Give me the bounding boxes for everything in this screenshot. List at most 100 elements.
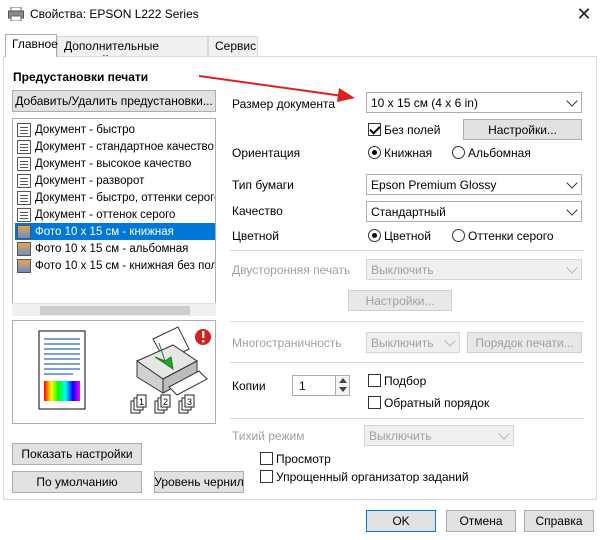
quality-value: Стандартный [371,204,446,219]
document-size-label: Размер документа [232,97,336,111]
document-icon [17,156,31,171]
orientation-landscape-label: Альбомная [468,146,531,160]
window-title: Свойства: EPSON L222 Series [30,7,199,21]
photo-icon [17,241,31,256]
presets-horizontal-scrollbar[interactable] [12,303,216,316]
divider [230,418,584,419]
help-button[interactable]: Справка [524,510,594,532]
orientation-landscape-radio[interactable] [452,146,465,159]
multipage-label: Многостраничность [232,336,342,350]
borderless-label: Без полей [384,123,441,137]
paper-type-select[interactable]: Epson Premium Glossy [366,174,582,195]
color-radio[interactable] [368,229,381,242]
preset-label: Документ - быстро [35,123,135,136]
preview-illustration [38,326,211,414]
list-item[interactable]: Фото 10 x 15 см - книжная без поло [15,257,215,274]
copies-label: Копии [232,379,266,393]
presets-title: Предустановки печати [13,70,149,84]
quiet-mode-value: Выключить [369,428,432,443]
ink-levels-button[interactable]: Уровень чернил [154,471,244,493]
grayscale-radio[interactable] [452,229,465,242]
quiet-mode-select[interactable]: Выключить [364,425,514,446]
borderless-settings-button[interactable]: Настройки... [463,119,582,140]
document-size-select[interactable]: 10 x 15 см (4 x 6 in) [366,92,582,113]
list-item[interactable]: Документ - разворот [15,172,215,189]
tab-advanced-settings[interactable]: Дополнительные настройки [57,36,208,67]
preview-label: Просмотр [276,452,331,466]
preset-label: Документ - разворот [35,174,145,187]
duplex-value: Выключить [371,262,434,277]
orientation-portrait-label: Книжная [384,146,433,160]
ok-button[interactable]: OK [366,510,436,532]
document-icon [17,139,31,154]
color-option-label: Цветной [384,229,431,243]
job-arranger-checkbox[interactable] [260,470,273,483]
chevron-down-icon [566,203,578,216]
chevron-down-icon [566,94,578,107]
borderless-checkbox[interactable] [368,123,381,136]
multipage-value: Выключить [371,335,434,350]
add-remove-presets-button[interactable]: Добавить/Удалить предустановки... [12,90,216,112]
quality-label: Качество [232,204,283,218]
collate-label: Подбор [384,374,427,388]
photo-icon [17,224,31,239]
document-size-value: 10 x 15 см (4 x 6 in) [371,95,478,110]
chevron-down-icon [444,334,456,347]
document-icon [17,173,31,188]
preset-label: Фото 10 x 15 см - книжная [35,225,174,238]
tab-main[interactable]: Главное [5,34,58,57]
chevron-down-icon [498,427,510,440]
document-icon [17,122,31,137]
divider [230,250,584,251]
spin-down-icon[interactable] [339,387,347,392]
orientation-portrait-radio[interactable] [368,146,381,159]
spin-up-icon[interactable] [339,378,347,383]
reverse-order-checkbox[interactable] [368,396,381,409]
preset-label: Документ - оттенок серого [35,208,176,221]
copies-spinbox[interactable]: 1 [292,375,350,396]
presets-list[interactable]: Документ - быстро Документ - стандартное… [12,118,216,316]
reverse-order-label: Обратный порядок [384,396,490,410]
duplex-label: Двусторонняя печать [232,263,351,277]
copies-value: 1 [299,378,306,393]
duplex-settings-button[interactable]: Настройки... [348,290,452,311]
list-item[interactable]: Документ - быстро [15,121,215,138]
divider [230,321,584,322]
color-label: Цветной [232,229,279,243]
collate-page-label: 2 [163,397,169,407]
list-item[interactable]: Документ - стандартное качество [15,138,215,155]
preview-checkbox[interactable] [260,452,273,465]
page-order-button[interactable]: Порядок печати... [467,332,582,353]
printer-app-icon [8,7,24,21]
orientation-label: Ориентация [232,146,301,160]
document-icon [17,207,31,222]
restore-defaults-button[interactable]: По умолчанию [12,471,142,493]
cancel-button[interactable]: Отмена [446,510,516,532]
list-item[interactable]: Документ - быстро, оттенки серого [15,189,215,206]
list-item[interactable]: Фото 10 x 15 см - альбомная [15,240,215,257]
print-preview-panel: 1 2 3 [12,320,216,424]
preset-label: Фото 10 x 15 см - книжная без поло [35,259,216,272]
spin-buttons[interactable] [335,376,349,395]
quiet-mode-label: Тихий режим [232,429,305,443]
list-item[interactable]: Документ - оттенок серого [15,206,215,223]
tab-service[interactable]: Сервис [208,36,258,56]
chevron-down-icon [566,176,578,189]
duplex-select[interactable]: Выключить [366,259,582,280]
photo-icon [17,258,31,273]
quality-select[interactable]: Стандартный [366,201,582,222]
paper-type-value: Epson Premium Glossy [371,177,497,192]
collate-page-label: 3 [187,397,193,407]
grayscale-option-label: Оттенки серого [468,229,554,243]
close-window-button[interactable]: ✕ [572,3,596,25]
preset-label: Документ - стандартное качество [35,140,214,153]
multipage-select[interactable]: Выключить [366,332,460,353]
collate-checkbox[interactable] [368,374,381,387]
preset-label: Фото 10 x 15 см - альбомная [35,242,189,255]
list-item-selected[interactable]: Фото 10 x 15 см - книжная [15,223,215,240]
list-item[interactable]: Документ - высокое качество [15,155,215,172]
job-arranger-label: Упрощенный организатор заданий [276,470,469,484]
preset-label: Документ - быстро, оттенки серого [35,191,216,204]
show-settings-button[interactable]: Показать настройки [12,443,142,465]
scrollbar-thumb[interactable] [40,306,190,315]
